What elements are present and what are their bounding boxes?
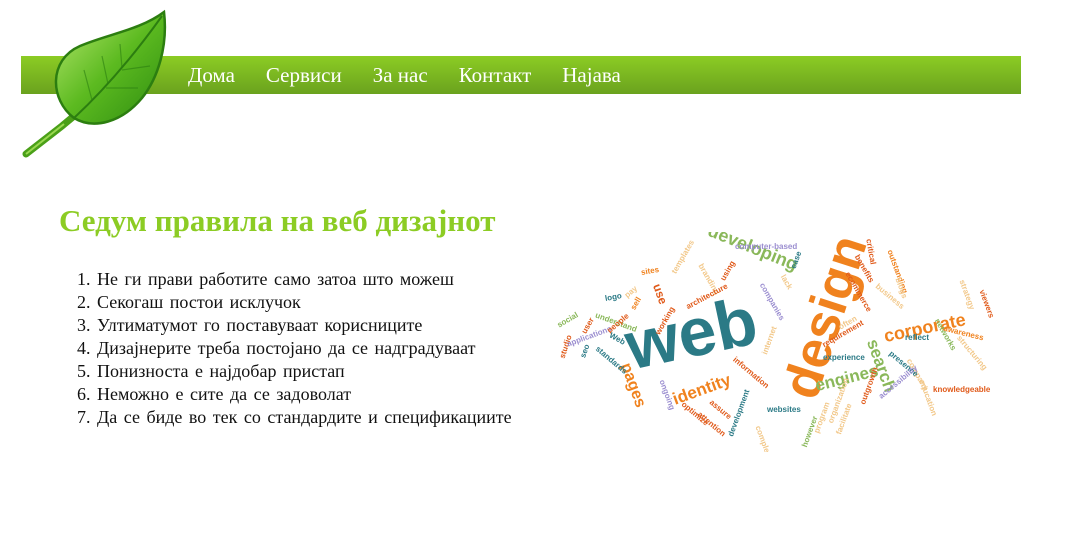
list-item: Секогаш постои исклучок <box>97 291 541 314</box>
cloud-word: computer-based <box>735 242 797 251</box>
cloud-word: reflect <box>905 333 929 342</box>
cloud-word: complete <box>754 424 775 452</box>
nav-link-about[interactable]: За нас <box>373 63 428 88</box>
list-item: Ултиматумот го поставуваат корисниците <box>97 314 541 337</box>
nav-link-services[interactable]: Сервиси <box>266 63 342 88</box>
leaf-logo-icon <box>22 9 167 158</box>
nav-link-login[interactable]: Најава <box>562 63 621 88</box>
cloud-word: strategy <box>958 278 977 311</box>
list-item: Да се биде во тек со стандардите и специ… <box>97 406 541 429</box>
web-design-word-cloud: web design developing corporate identity… <box>556 232 997 452</box>
page-title: Седум правила на веб дизајнот <box>59 203 496 238</box>
cloud-word: templates <box>670 238 697 275</box>
cloud-word: sites <box>640 265 660 277</box>
nav-link-contact[interactable]: Контакт <box>459 63 532 88</box>
cloud-word: companies <box>758 281 787 322</box>
cloud-word: seo <box>578 343 591 359</box>
cloud-word: identity <box>670 370 734 409</box>
cloud-word: using <box>718 259 737 282</box>
cloud-word: standards <box>594 344 629 376</box>
list-item: Не ги прави работите само затоа што може… <box>97 268 541 291</box>
cloud-word: logo <box>604 291 622 303</box>
list-item: Дизајнерите треба постојано да се надгра… <box>97 337 541 360</box>
list-item: Неможно е сите да се задоволат <box>97 383 541 406</box>
nav-link-home[interactable]: Дома <box>188 63 235 88</box>
main-nav: Дома Сервиси За нас Контакт Најава <box>188 56 652 94</box>
cloud-word: lack <box>779 273 795 291</box>
cloud-word: knowledgeable <box>933 385 991 394</box>
list-item: Понизноста е најдобар пристап <box>97 360 541 383</box>
cloud-word: experience <box>823 353 865 362</box>
cloud-word: social <box>556 310 580 329</box>
cloud-word: viewers <box>978 288 997 319</box>
cloud-word: internet <box>760 325 779 356</box>
cloud-word: developing <box>705 232 801 274</box>
cloud-word: information <box>731 355 771 390</box>
rules-list: Не ги прави работите само затоа што може… <box>60 268 541 429</box>
cloud-word: websites <box>766 405 801 414</box>
